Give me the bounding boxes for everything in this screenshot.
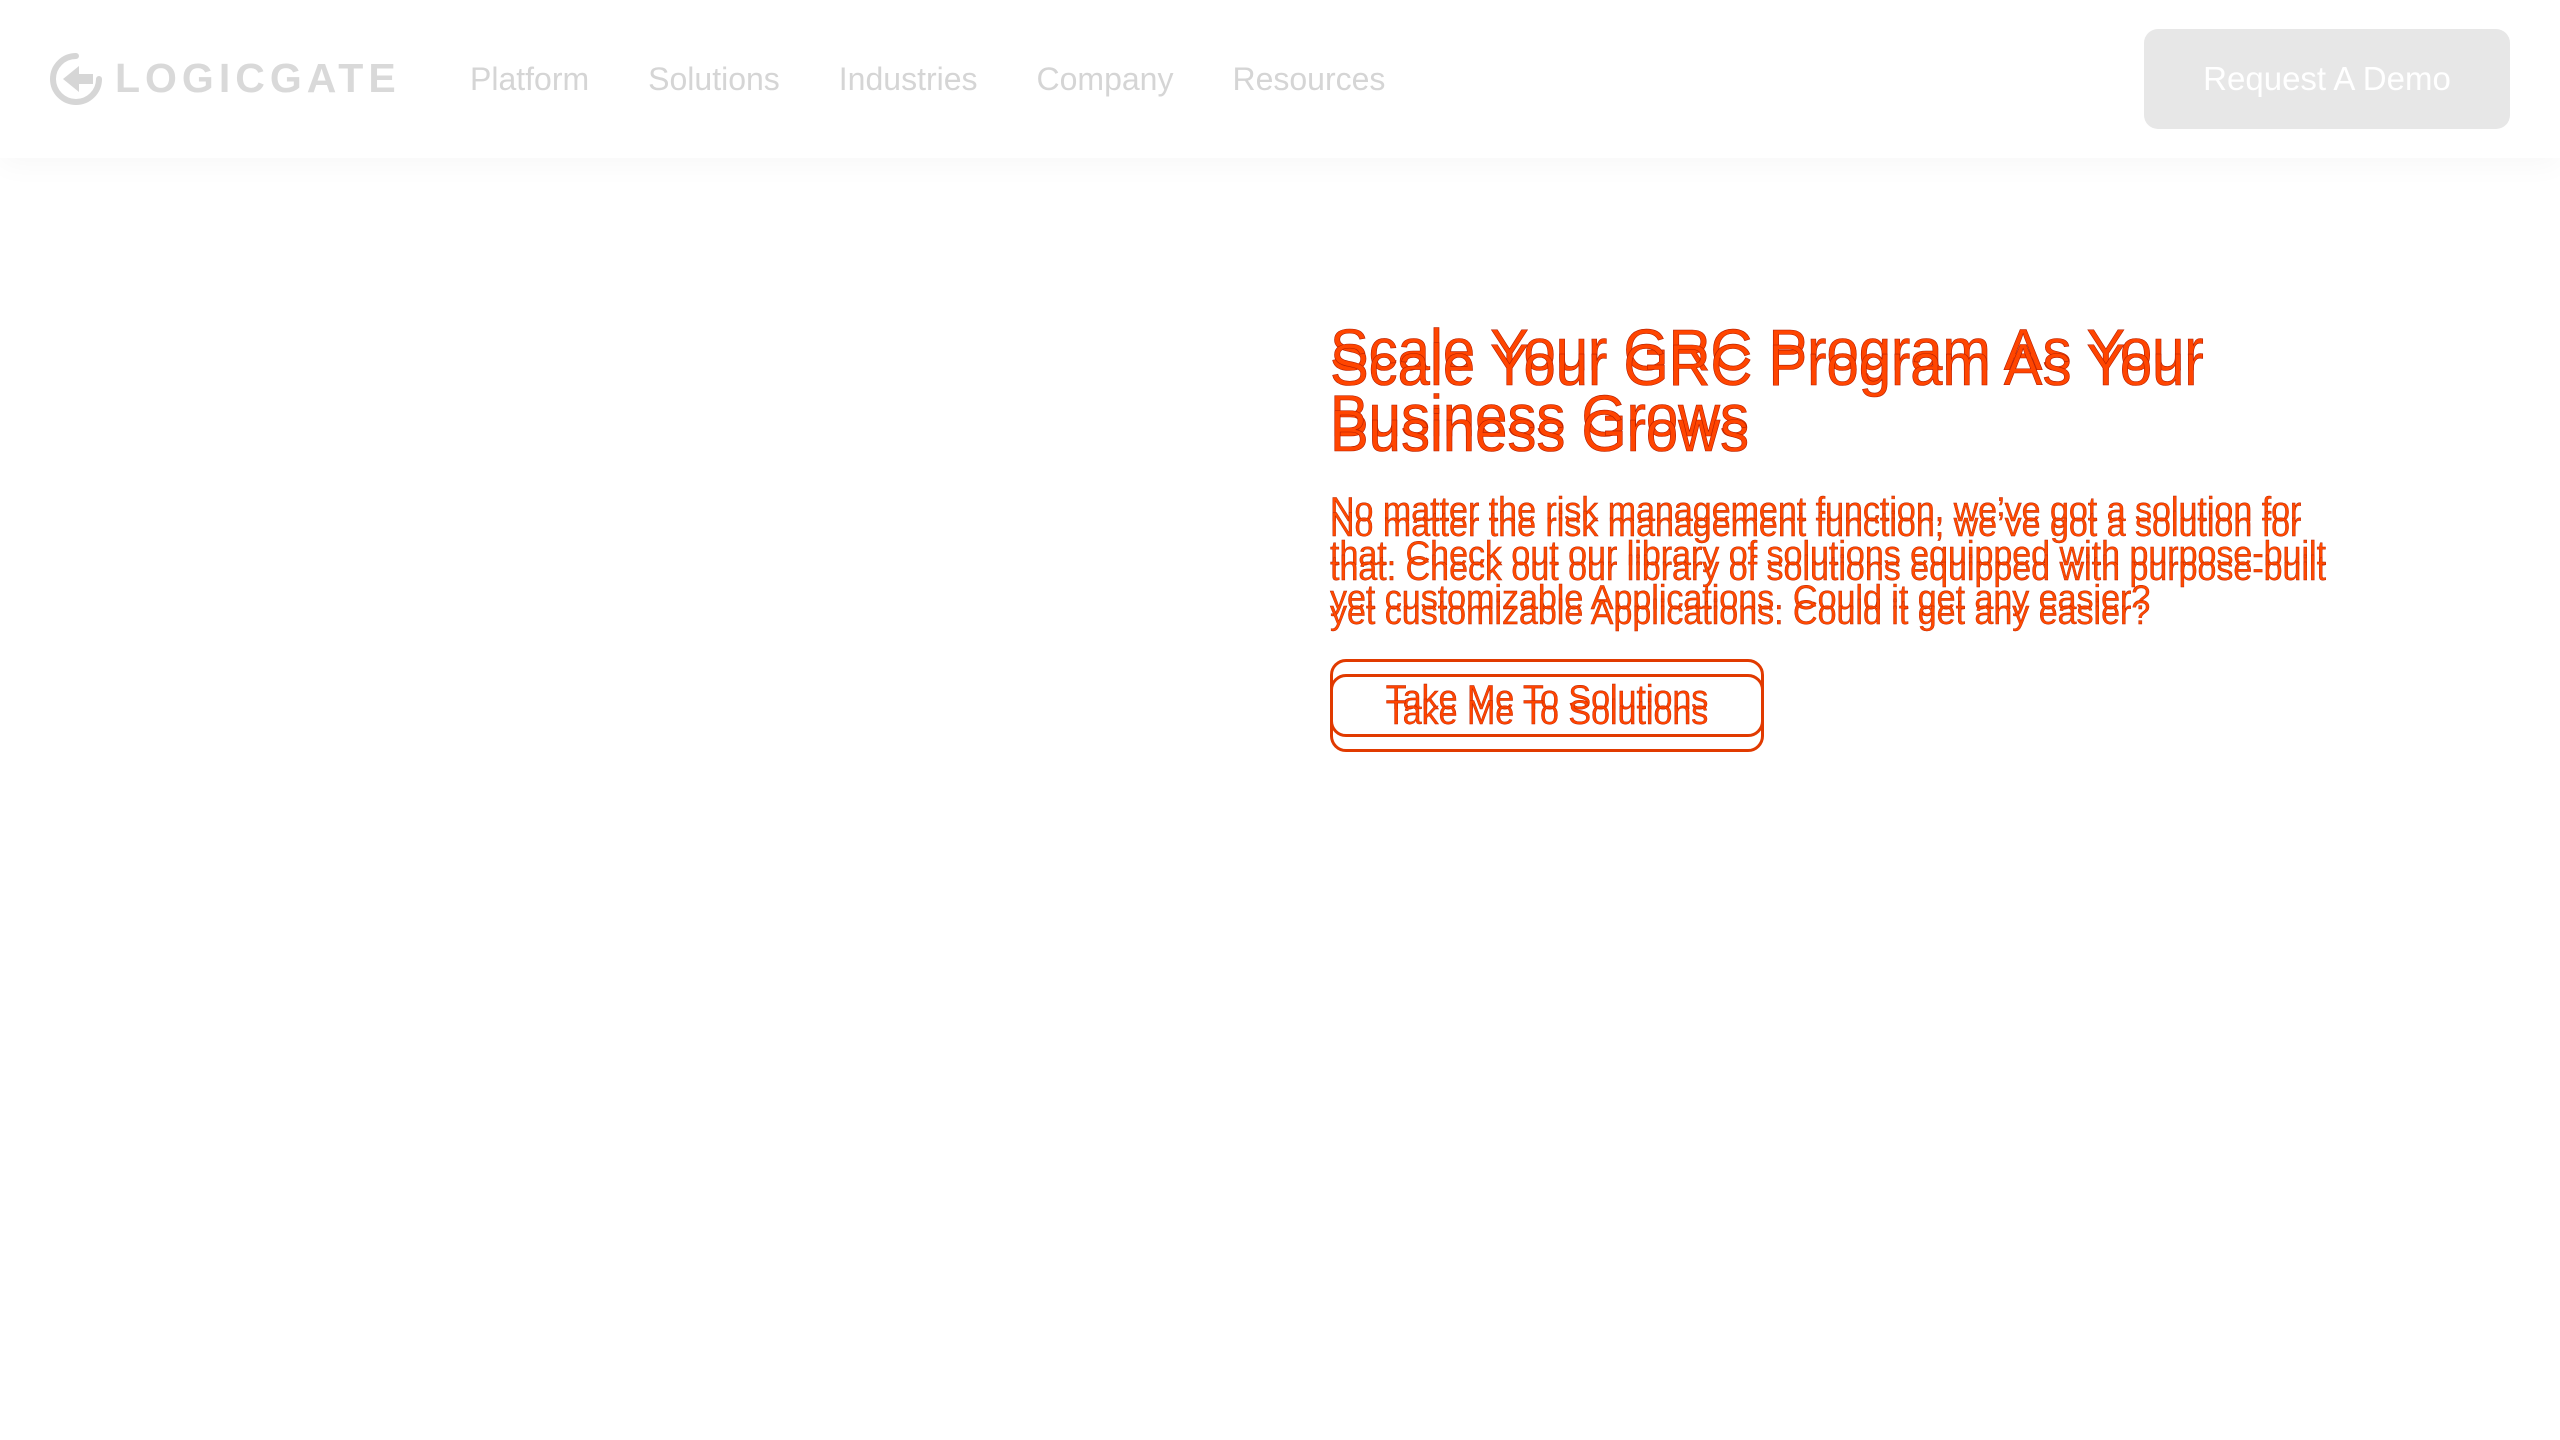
nav-item-resources[interactable]: Resources xyxy=(1232,63,1385,95)
nav-item-solutions[interactable]: Solutions xyxy=(648,63,780,95)
nav-item-company[interactable]: Company xyxy=(1037,63,1174,95)
page: LOGICGATE Platform Solutions Industries … xyxy=(0,0,2560,1440)
nav-item-industries[interactable]: Industries xyxy=(839,63,978,95)
hero-description-duplicate: No matter the risk management function, … xyxy=(1330,506,2327,632)
nav-item-platform[interactable]: Platform xyxy=(470,63,589,95)
logicgate-logo-icon xyxy=(50,52,102,105)
main-nav: Platform Solutions Industries Company Re… xyxy=(470,52,1444,106)
hero-title-duplicate: Scale Your GRC Program As Your Business … xyxy=(1330,333,2204,465)
site-header: LOGICGATE Platform Solutions Industries … xyxy=(0,0,2560,158)
hero-content-duplicate: Scale Your GRC Program As Your Business … xyxy=(1330,333,2340,752)
take-me-to-solutions-button-duplicate[interactable]: Take Me To Solutions xyxy=(1330,674,1764,752)
logo[interactable]: LOGICGATE xyxy=(49,50,401,107)
request-demo-button[interactable]: Request A Demo xyxy=(2144,29,2510,129)
logo-wordmark: LOGICGATE xyxy=(115,55,401,101)
